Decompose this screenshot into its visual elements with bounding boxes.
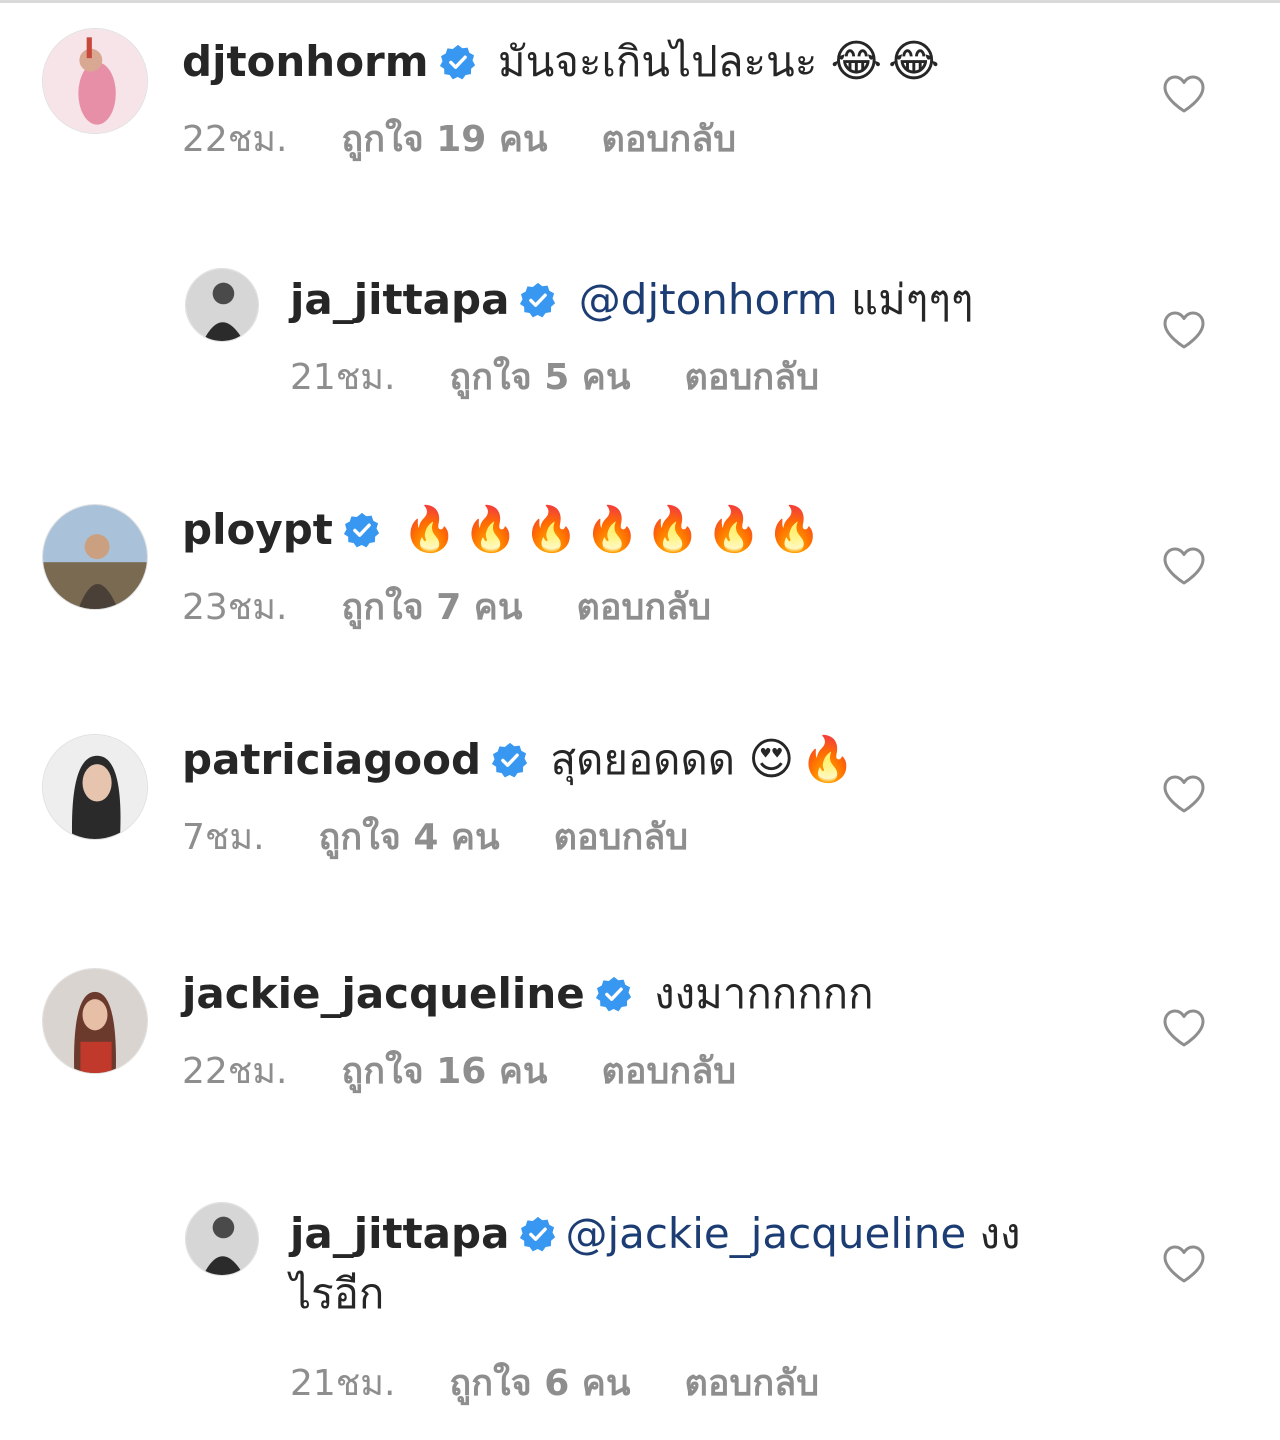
comment-emoji: 😂😂 (830, 36, 946, 87)
reply-button[interactable]: ตอบกลับ (685, 357, 820, 398)
heart-outline-icon[interactable] (1162, 310, 1206, 350)
comment-time: 22ชม. (182, 119, 288, 160)
heart-outline-icon[interactable] (1162, 74, 1206, 114)
comment-emoji: 🔥🔥🔥🔥🔥🔥🔥 (402, 504, 828, 555)
avatar[interactable] (42, 734, 148, 840)
heart-outline-icon[interactable] (1162, 1008, 1206, 1048)
verified-badge-icon (343, 511, 381, 549)
comment-time: 22ชม. (182, 1051, 288, 1092)
comment-username[interactable]: djtonhorm (182, 37, 429, 86)
verified-badge-icon (491, 741, 529, 779)
verified-badge-icon (519, 1215, 557, 1253)
comment-likes[interactable]: ถูกใจ 4 คน (319, 817, 500, 858)
avatar[interactable] (185, 1202, 259, 1276)
heart-outline-icon[interactable] (1162, 1244, 1206, 1284)
reply-button[interactable]: ตอบกลับ (577, 587, 712, 628)
comment-text: งงมากกกกก (654, 969, 874, 1018)
comment-time: 21ชม. (290, 357, 396, 398)
avatar[interactable] (185, 268, 259, 342)
verified-badge-icon (595, 975, 633, 1013)
reply-button[interactable]: ตอบกลับ (602, 119, 737, 160)
comment-likes[interactable]: ถูกใจ 7 คน (341, 587, 522, 628)
comment-likes[interactable]: ถูกใจ 5 คน (449, 357, 630, 398)
comment-emoji: 😍🔥 (748, 734, 862, 785)
comment-mention[interactable]: @jackie_jacqueline (565, 1209, 966, 1258)
comment-time: 21ชม. (290, 1363, 396, 1404)
comment-likes[interactable]: ถูกใจ 6 คน (449, 1363, 630, 1404)
comment-likes[interactable]: ถูกใจ 16 คน (341, 1051, 547, 1092)
comment-username[interactable]: jackie_jacqueline (182, 969, 585, 1018)
comment-username[interactable]: patriciagood (182, 735, 481, 784)
avatar[interactable] (42, 28, 148, 134)
comment-likes[interactable]: ถูกใจ 19 คน (341, 119, 547, 160)
reply-button[interactable]: ตอบกลับ (554, 817, 689, 858)
verified-badge-icon (439, 43, 477, 81)
comment-text: มันจะเกินไปละนะ (497, 37, 818, 86)
comment-username[interactable]: ja_jittapa (290, 1209, 509, 1258)
heart-outline-icon[interactable] (1162, 546, 1206, 586)
comment-text: สุดยอดดด (550, 735, 736, 784)
reply-button[interactable]: ตอบกลับ (602, 1051, 737, 1092)
comment-time: 23ชม. (182, 587, 288, 628)
avatar[interactable] (42, 504, 148, 610)
comment-text: แม่ๆๆๆ (851, 275, 974, 324)
comment-username[interactable]: ploypt (182, 505, 333, 554)
comment-username[interactable]: ja_jittapa (290, 275, 509, 324)
reply-button[interactable]: ตอบกลับ (685, 1363, 820, 1404)
top-divider (0, 0, 1280, 3)
comment-time: 7ชม. (182, 817, 265, 858)
comment-mention[interactable]: @djtonhorm (579, 275, 838, 324)
verified-badge-icon (519, 281, 557, 319)
heart-outline-icon[interactable] (1162, 774, 1206, 814)
avatar[interactable] (42, 968, 148, 1074)
